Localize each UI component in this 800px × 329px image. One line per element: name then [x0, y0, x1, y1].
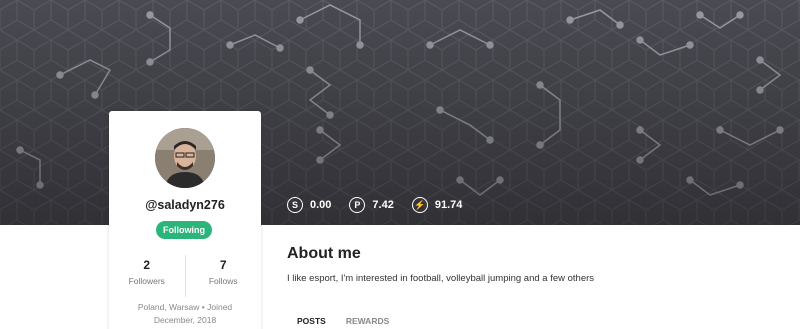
balance-energy-value: 91.74 — [434, 199, 463, 211]
followers-label: Followers — [128, 276, 165, 286]
about-text: I like esport, I'm interested in footbal… — [287, 273, 595, 284]
steem-coin-icon: S — [287, 197, 303, 213]
balance-power-value: 7.42 — [372, 199, 394, 211]
follow-counts: 2 Followers 7 Follows — [109, 255, 261, 297]
avatar[interactable] — [155, 128, 215, 188]
balances-bar: S 0.00 P 7.42 ⚡ 91.74 — [287, 197, 462, 213]
username: @saladyn276 — [145, 198, 225, 212]
followers-stat[interactable]: 2 Followers — [109, 255, 185, 297]
balance-steem[interactable]: S 0.00 — [287, 197, 331, 213]
follows-stat[interactable]: 7 Follows — [184, 255, 262, 297]
location-joined: Poland, Warsaw • Joined December, 2018 — [137, 302, 233, 325]
follows-label: Follows — [208, 276, 238, 286]
tab-posts[interactable]: POSTS — [287, 313, 336, 329]
profile-card: @saladyn276 Following 2 Followers 7 Foll… — [109, 111, 261, 329]
profile-tabs: POSTS REWARDS — [287, 313, 399, 329]
balance-power[interactable]: P 7.42 — [349, 197, 394, 213]
lightning-icon: ⚡ — [411, 197, 428, 213]
balance-energy[interactable]: ⚡ 91.74 — [411, 197, 463, 213]
about-title: About me — [287, 245, 361, 262]
balance-steem-value: 0.00 — [310, 199, 332, 211]
followers-count: 2 — [143, 258, 151, 272]
tab-rewards[interactable]: REWARDS — [336, 313, 399, 329]
follow-button[interactable]: Following — [156, 221, 212, 239]
follows-count: 7 — [219, 258, 227, 272]
power-icon: P — [349, 197, 366, 213]
